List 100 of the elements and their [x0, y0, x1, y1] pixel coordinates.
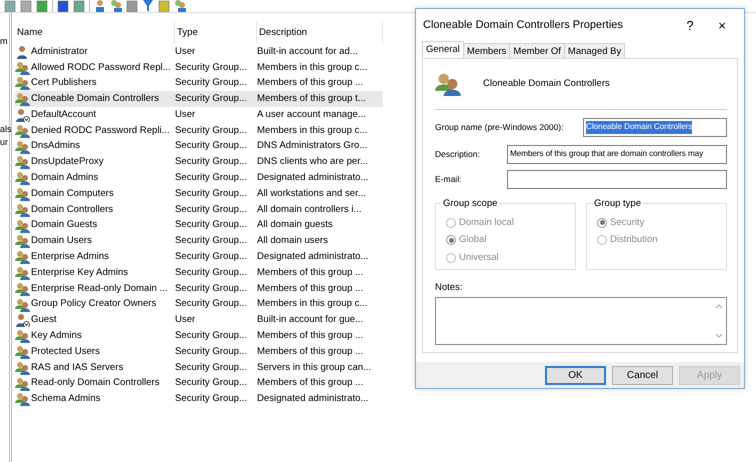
toolbar-icon[interactable]	[126, 0, 138, 12]
list-row[interactable]: Key Admins Security Group... Members of this group ...	[15, 328, 383, 344]
toolbar-icon[interactable]	[36, 0, 48, 12]
group-icon	[15, 360, 30, 375]
list-row[interactable]: Domain Controllers Security Group... All domain controllers i...	[15, 202, 383, 218]
user-icon	[15, 108, 30, 122]
type-text: Security Group...	[175, 202, 248, 217]
list-row[interactable]: Cloneable Domain Controllers Security Group... Members of this group t...	[15, 91, 383, 108]
name-text: Key Admins	[31, 329, 82, 344]
type-text: Security Group...	[175, 60, 248, 74]
description-text: Members of this group t...	[257, 92, 367, 106]
list-row[interactable]: DefaultAccount User A user account manage...	[15, 107, 383, 123]
name-text: Domain Guests	[31, 218, 98, 232]
list-row[interactable]: Enterprise Read-only Domain ... Security Group... Members of this group ...	[15, 280, 383, 297]
type-text: Security Group...	[175, 266, 248, 280]
name-text: Administrator	[31, 44, 88, 59]
description-text: Servers in this group can...	[257, 360, 372, 375]
name-text: DefaultAccount	[31, 108, 96, 122]
toolbar-icon[interactable]	[57, 0, 69, 12]
help-button[interactable]: ?	[680, 18, 700, 32]
name-text: Read-only Domain Controllers	[31, 376, 160, 390]
toolbar-icon[interactable]	[110, 0, 122, 12]
scroll-up-icon[interactable]	[715, 303, 723, 310]
type-text: Security Group...	[175, 218, 248, 232]
group-icon	[15, 202, 30, 217]
column-header[interactable]: Type	[175, 22, 257, 44]
group-icon	[15, 140, 30, 154]
toolbar-icon[interactable]	[158, 0, 170, 12]
list-row[interactable]: DnsAdmins Security Group... DNS Administrators Gro...	[15, 138, 383, 155]
toolbar-icon[interactable]	[174, 0, 186, 12]
group-icon	[15, 250, 30, 264]
list-row[interactable]: Enterprise Admins Security Group... Designated administrato...	[15, 249, 383, 266]
dialog-button[interactable]: OK	[545, 366, 606, 384]
list-row[interactable]: Schema Admins Security Group... Designated administrato...	[15, 392, 383, 408]
name-text: DnsUpdateProxy	[31, 155, 104, 170]
list-row[interactable]: Administrator User Built-in account for ad...	[15, 44, 383, 60]
scroll-down-icon[interactable]	[715, 332, 723, 340]
tab[interactable]: General	[422, 41, 464, 58]
user-icon	[15, 313, 30, 328]
type-text: Security Group...	[175, 171, 248, 186]
group-icon	[15, 376, 30, 391]
name-text: Allowed RODC Password Repl...	[31, 60, 171, 74]
description-text: Designated administrato...	[257, 250, 370, 264]
list-row[interactable]: Cert Publishers Security Group... Members of this group ...	[15, 76, 383, 92]
list-row[interactable]: RAS and IAS Servers Security Group... Servers in this group can...	[15, 360, 383, 376]
input-field[interactable]	[507, 170, 727, 189]
list-row[interactable]: Group Policy Creator Owners Security Group... Members in this group c...	[15, 296, 383, 313]
type-text: Security Group...	[175, 186, 248, 201]
type-text: Security Group...	[175, 124, 248, 138]
list-row[interactable]: Denied RODC Password Repli... Security Group... Members in this group c...	[15, 122, 383, 139]
list-row[interactable]: Allowed RODC Password Repl... Security Group... Members in this group c...	[15, 60, 383, 76]
dialog-button[interactable]: Cancel	[612, 366, 673, 384]
type-text: Security Group...	[175, 282, 248, 296]
list-row[interactable]: DnsUpdateProxy Security Group... DNS clients who are per...	[15, 154, 383, 170]
group-icon	[15, 298, 30, 312]
toolbar-icon[interactable]	[20, 0, 32, 12]
window-title: Cloneable Domain Controllers Properties	[423, 18, 624, 33]
user-icon	[15, 44, 30, 59]
description-text: All workstations and ser...	[257, 186, 367, 201]
name-text: Domain Admins	[31, 171, 98, 186]
list-row[interactable]: Guest User Built-in account for gue...	[15, 312, 383, 328]
toolbar-icon[interactable]	[73, 0, 85, 12]
column-header[interactable]: Name	[15, 22, 175, 44]
name-text: RAS and IAS Servers	[31, 360, 124, 375]
tab[interactable]: Members	[462, 43, 510, 58]
list-row[interactable]: Domain Computers Security Group... All workstations and ser...	[15, 186, 383, 202]
name-text: Cert Publishers	[31, 76, 97, 90]
description-text: Members of this group ...	[257, 266, 364, 280]
toolbar-icon[interactable]	[94, 0, 106, 12]
pane-text: m	[0, 35, 8, 48]
close-button[interactable]: ×	[712, 18, 732, 32]
tab[interactable]: Managed By	[564, 43, 626, 58]
list-row[interactable]: Protected Users Security Group... Members of this group ...	[15, 344, 383, 360]
list-row[interactable]: Domain Admins Security Group... Designated administrato...	[15, 170, 383, 186]
group-icon	[15, 329, 30, 344]
description-text: Members in this group c...	[257, 297, 368, 312]
description-text: Members of this group ...	[257, 76, 364, 90]
toolbar-icon[interactable]	[142, 0, 154, 12]
group-icon	[15, 60, 30, 75]
type-text: Security Group...	[175, 155, 248, 170]
group-icon	[15, 345, 30, 360]
group-icon	[15, 392, 30, 406]
name-text: Protected Users	[31, 344, 100, 359]
type-text: Security Group...	[175, 92, 248, 106]
description-text: DNS clients who are per...	[257, 155, 369, 170]
pane-text: ur	[0, 136, 8, 149]
column-header[interactable]: Description	[257, 22, 383, 44]
type-text: Security Group...	[175, 234, 248, 248]
list-row[interactable]: Enterprise Key Admins Security Group... Members of this group ...	[15, 265, 383, 281]
description-text: A user account manage...	[257, 108, 367, 122]
input-field[interactable]: Members of this group that are domain controllers may	[507, 145, 727, 164]
notes-field[interactable]	[435, 297, 727, 346]
list-row[interactable]: Domain Users Security Group... All domain users	[15, 234, 383, 250]
list-row[interactable]: Read-only Domain Controllers Security Group... Members of this group ...	[15, 376, 383, 392]
input-field[interactable]: Cloneable Domain Controllers	[583, 118, 727, 137]
list-row[interactable]: Domain Guests Security Group... All domain guests	[15, 218, 383, 234]
group-icon	[15, 155, 30, 170]
description-text: Designated administrato...	[257, 171, 370, 186]
tab[interactable]: Member Of	[509, 43, 565, 58]
toolbar-icon[interactable]	[4, 0, 16, 12]
